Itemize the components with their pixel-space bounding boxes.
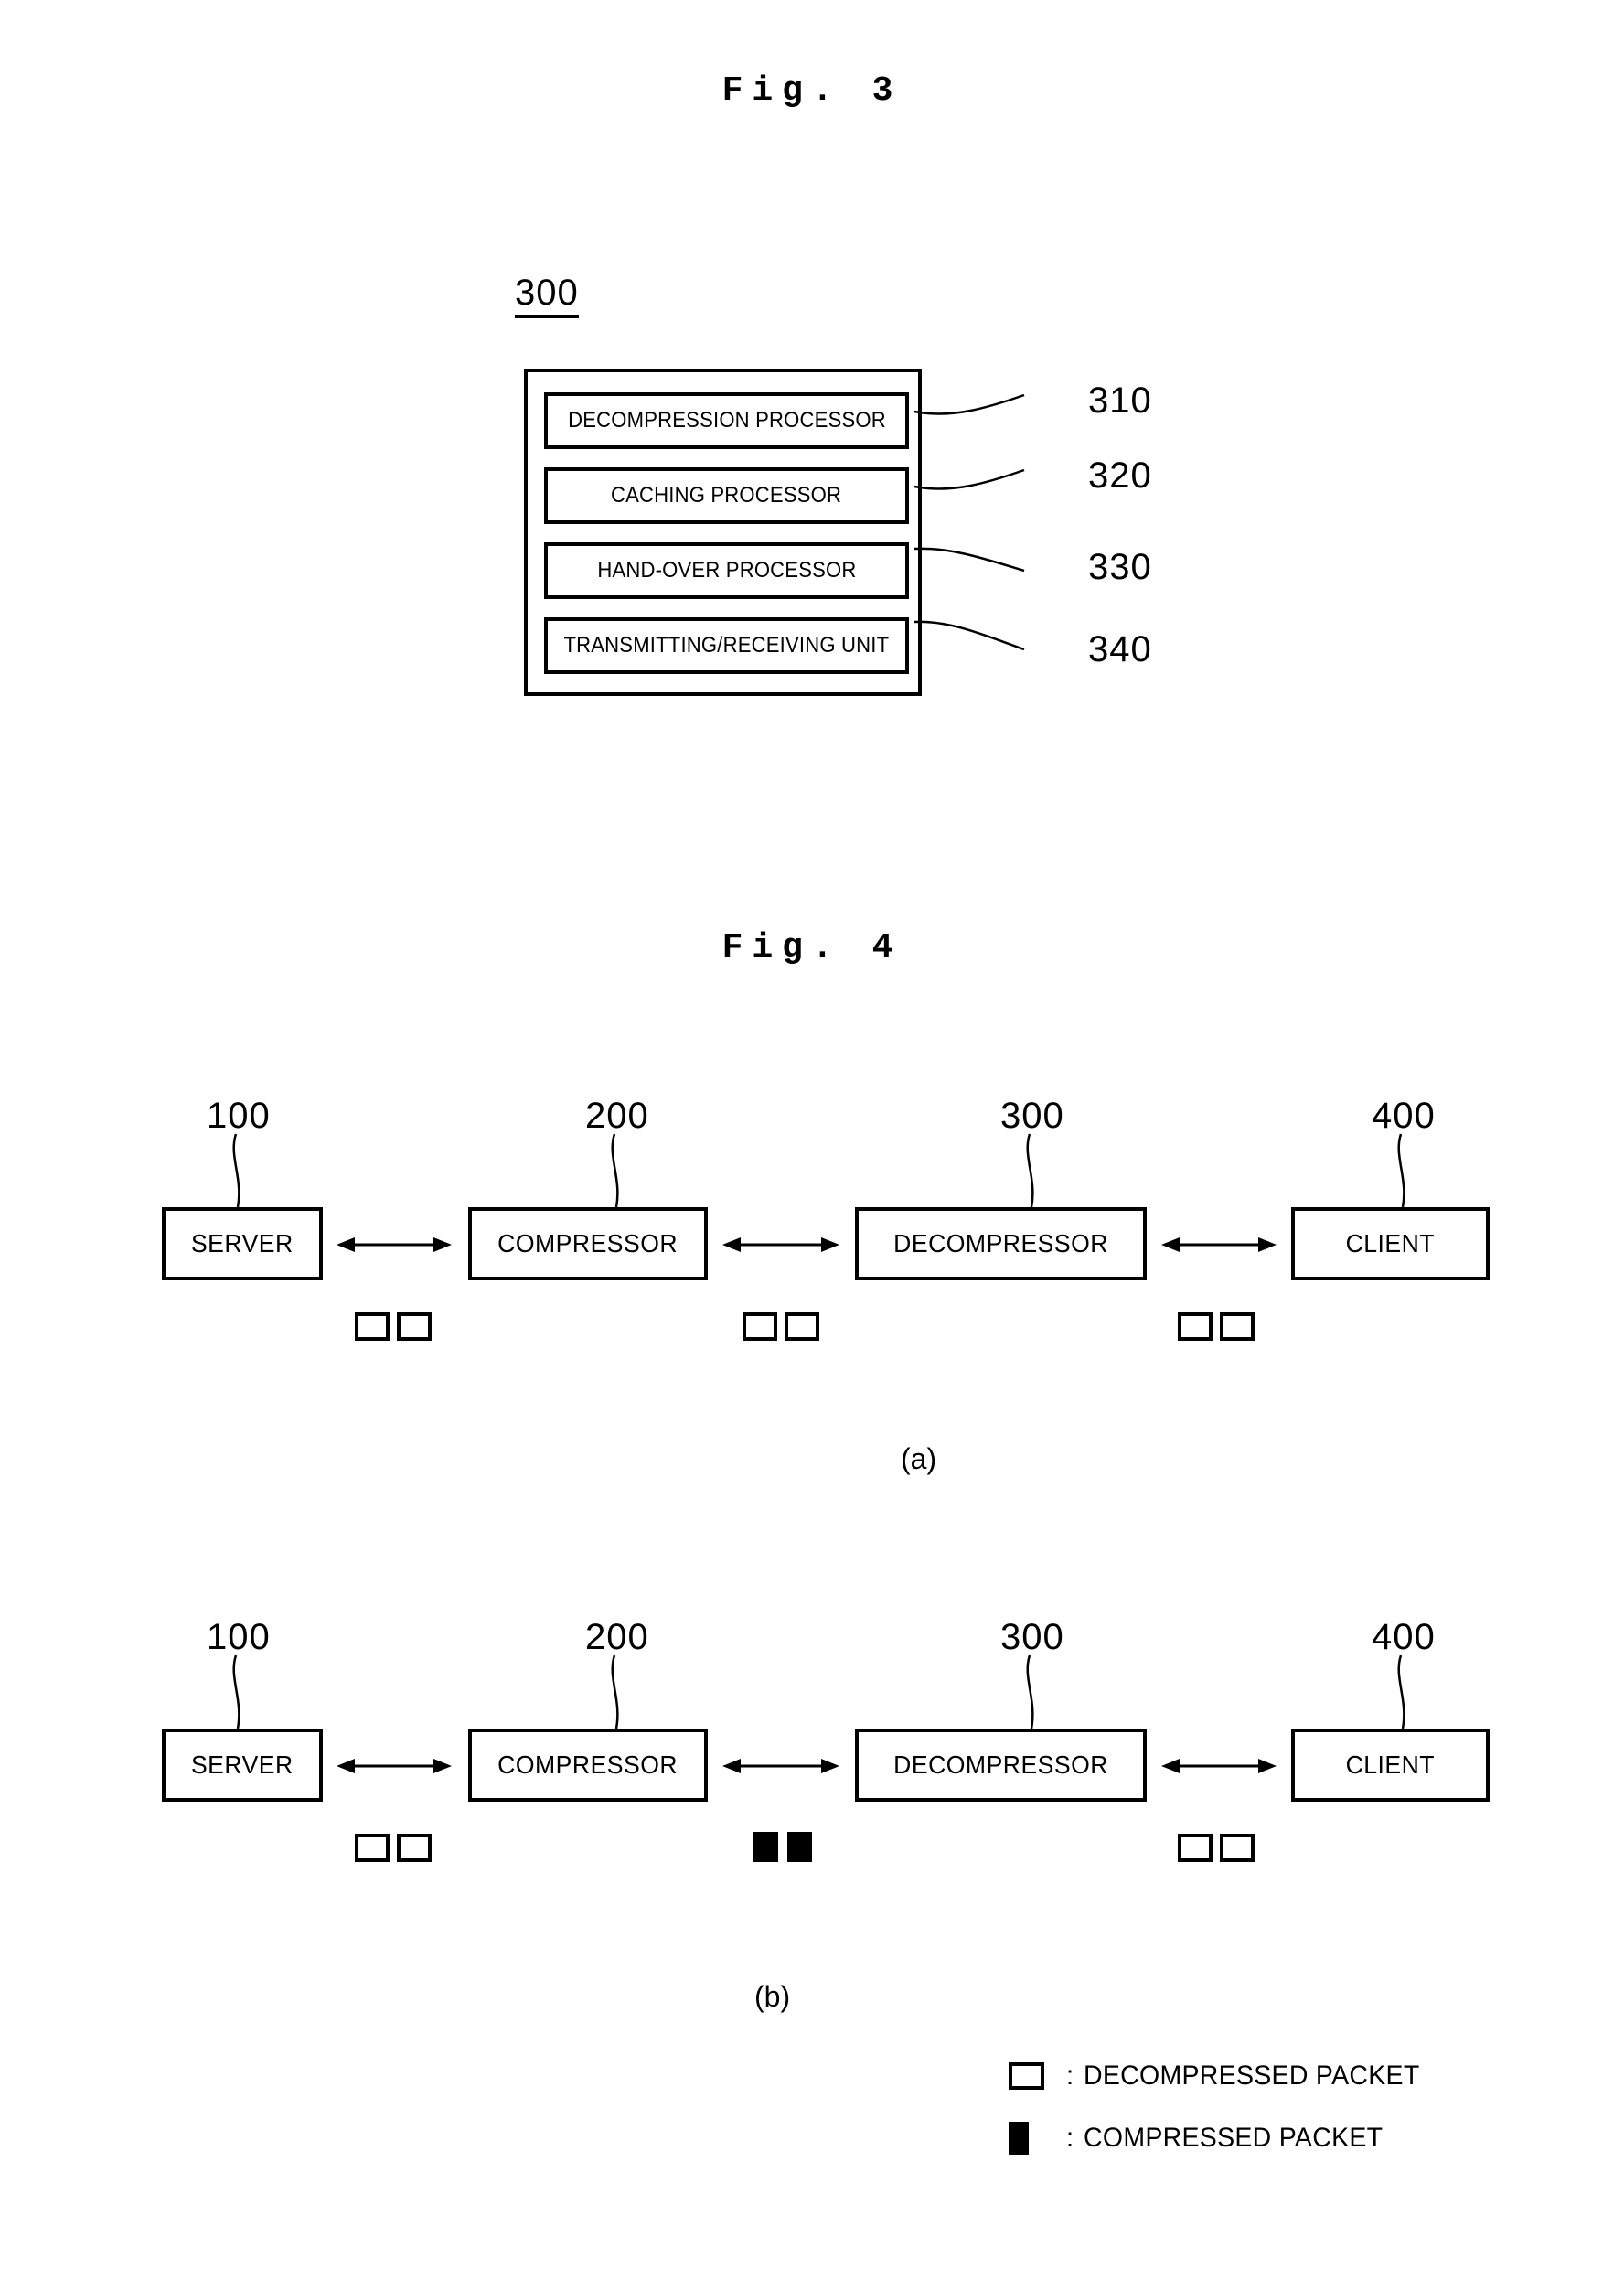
node-decompressor-a-label: DECOMPRESSOR	[893, 1229, 1108, 1258]
node-decompressor-a: DECOMPRESSOR	[855, 1207, 1147, 1280]
node-server-b-label: SERVER	[191, 1750, 294, 1779]
figure-4: Fig. 4 100 200 300 400 SERVER COMPRESSOR…	[0, 0, 1624, 2280]
leader-line-100-b-icon	[232, 1654, 240, 1729]
link-arrow-server-compressor-a-icon	[337, 1237, 452, 1252]
link-arrow-decompressor-client-a-icon	[1161, 1237, 1277, 1252]
packet-compressed-icon	[753, 1832, 778, 1862]
node-client-a: CLIENT	[1291, 1207, 1490, 1280]
packet-decompressed-icon	[785, 1312, 819, 1341]
reference-number-400-b: 400	[1372, 1617, 1436, 1657]
packet-decompressed-icon	[355, 1312, 390, 1341]
link-arrow-server-compressor-b-icon	[337, 1759, 452, 1773]
figure-4a-pipeline: 100 200 300 400 SERVER COMPRESSOR DECOMP…	[0, 1097, 1624, 1399]
legend-label-decompressed-packet: DECOMPRESSED PACKET	[1084, 2061, 1420, 2091]
packet-decompressed-icon	[397, 1312, 432, 1341]
link-arrow-decompressor-client-b-icon	[1161, 1759, 1277, 1773]
reference-number-300-b: 300	[1000, 1617, 1064, 1657]
node-client-b-label: CLIENT	[1345, 1750, 1436, 1779]
node-server-a-label: SERVER	[191, 1229, 294, 1258]
packet-pair-server-compressor-b	[355, 1834, 432, 1862]
legend-swatch-wrap-decompressed	[1009, 2062, 1056, 2090]
packet-pair-decompressor-client-b	[1178, 1834, 1255, 1862]
packet-pair-compressor-decompressor-a	[743, 1312, 819, 1341]
reference-number-100-b: 100	[207, 1617, 271, 1657]
leader-line-300-a-icon	[1026, 1133, 1034, 1208]
legend-row-decompressed: : DECOMPRESSED PACKET	[1009, 2051, 1557, 2101]
reference-number-200-b: 200	[585, 1617, 649, 1657]
subfigure-label-a: (a)	[901, 1442, 937, 1475]
packet-decompressed-icon	[1178, 1834, 1213, 1862]
packet-pair-compressor-decompressor-b	[753, 1832, 812, 1862]
node-decompressor-b-label: DECOMPRESSOR	[893, 1750, 1108, 1779]
link-arrow-compressor-decompressor-b-icon	[722, 1759, 839, 1773]
packet-decompressed-icon	[743, 1312, 777, 1341]
node-compressor-a-label: COMPRESSOR	[497, 1229, 678, 1258]
node-client-b: CLIENT	[1291, 1729, 1490, 1802]
packet-decompressed-icon	[355, 1834, 390, 1862]
legend-swatch-wrap-compressed	[1009, 2122, 1056, 2155]
legend-colon-decompressed: :	[1065, 2061, 1074, 2091]
packet-pair-decompressor-client-a	[1178, 1312, 1255, 1341]
leader-line-400-b-icon	[1397, 1654, 1405, 1729]
node-compressor-b: COMPRESSOR	[468, 1729, 708, 1802]
node-server-a: SERVER	[162, 1207, 323, 1280]
packet-pair-server-compressor-a	[355, 1312, 432, 1341]
leader-line-200-a-icon	[611, 1133, 619, 1208]
packet-legend: : DECOMPRESSED PACKET : COMPRESSED PACKE…	[1009, 2051, 1557, 2176]
node-compressor-a: COMPRESSOR	[468, 1207, 708, 1280]
node-compressor-b-label: COMPRESSOR	[497, 1750, 678, 1779]
figure-4b-pipeline: 100 200 300 400 SERVER COMPRESSOR DECOMP…	[0, 1619, 1624, 1921]
reference-number-100-a: 100	[207, 1096, 271, 1136]
node-server-b: SERVER	[162, 1729, 323, 1802]
legend-compressed-packet-icon	[1009, 2122, 1029, 2155]
figure-4-title: Fig. 4	[721, 928, 903, 968]
packet-compressed-icon	[787, 1832, 812, 1862]
leader-line-100-a-icon	[232, 1133, 240, 1208]
reference-number-200-a: 200	[585, 1096, 649, 1136]
leader-line-400-a-icon	[1397, 1133, 1405, 1208]
legend-label-compressed-packet: COMPRESSED PACKET	[1084, 2123, 1384, 2153]
leader-line-200-b-icon	[611, 1654, 619, 1729]
node-decompressor-b: DECOMPRESSOR	[855, 1729, 1147, 1802]
link-arrow-compressor-decompressor-a-icon	[722, 1237, 839, 1252]
node-client-a-label: CLIENT	[1345, 1229, 1436, 1258]
legend-colon-compressed: :	[1065, 2123, 1074, 2153]
packet-decompressed-icon	[1178, 1312, 1213, 1341]
legend-row-compressed: : COMPRESSED PACKET	[1009, 2114, 1557, 2163]
packet-decompressed-icon	[397, 1834, 432, 1862]
subfigure-label-b: (b)	[754, 1980, 791, 2013]
leader-line-300-b-icon	[1026, 1654, 1034, 1729]
reference-number-300-a: 300	[1000, 1096, 1064, 1136]
packet-decompressed-icon	[1220, 1312, 1255, 1341]
reference-number-400-a: 400	[1372, 1096, 1436, 1136]
legend-decompressed-packet-icon	[1009, 2062, 1044, 2090]
packet-decompressed-icon	[1220, 1834, 1255, 1862]
